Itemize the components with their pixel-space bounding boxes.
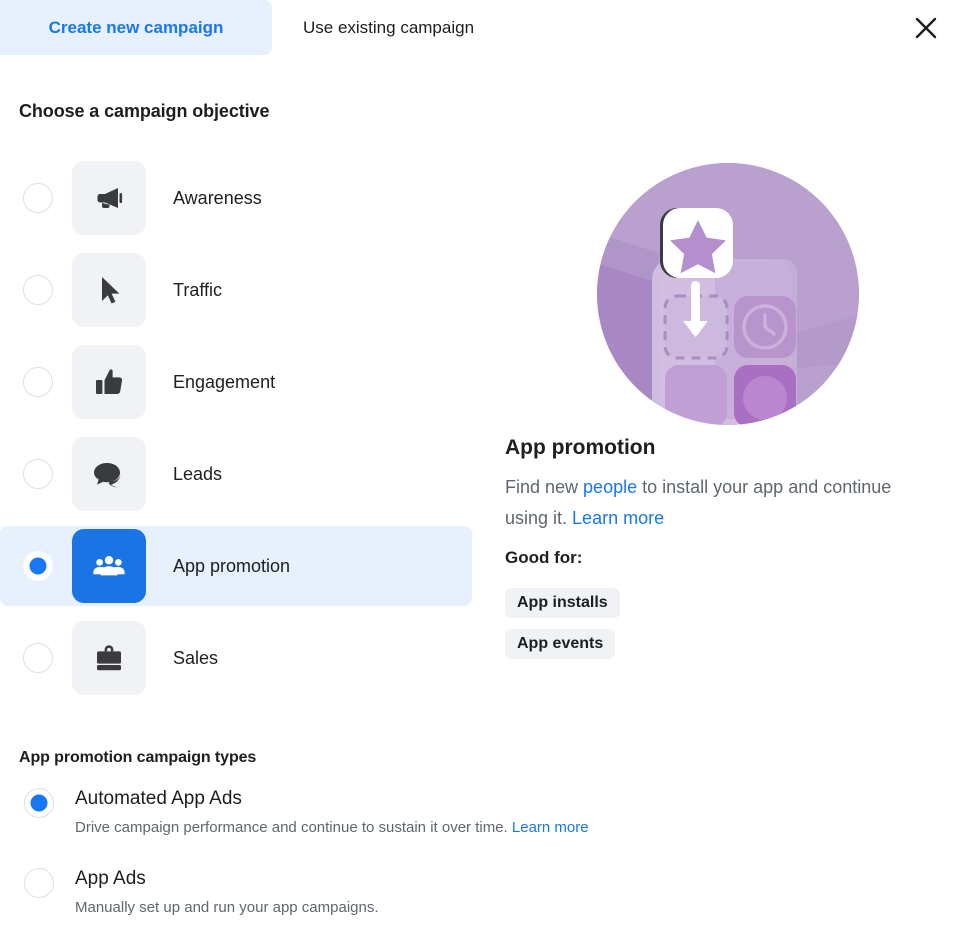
objective-label-sales: Sales [173, 647, 219, 668]
objective-row-app-promotion[interactable]: App promotion [0, 526, 472, 606]
cursor-icon-tile [72, 253, 146, 327]
objective-section-title: Choose a campaign objective [19, 101, 270, 121]
objective-row-engagement[interactable]: Engagement [0, 342, 472, 422]
people-group-icon [91, 548, 127, 584]
objective-radio-leads[interactable] [23, 459, 53, 489]
campaign-types-list: Automated App Ads Drive campaign perform… [0, 786, 900, 946]
campaign-type-text-automated-app-ads: Automated App Ads Drive campaign perform… [75, 786, 589, 840]
thumbs-up-icon-tile [72, 345, 146, 419]
campaign-type-row-app-ads[interactable]: App Ads Manually set up and run your app… [0, 866, 900, 920]
campaign-types-section-title: App promotion campaign types [19, 749, 257, 766]
megaphone-icon-tile [72, 161, 146, 235]
detail-panel-title: App promotion [505, 436, 656, 459]
learn-more-link[interactable]: Learn more [572, 508, 664, 528]
campaign-type-description-text: Manually set up and run your app campaig… [75, 899, 379, 916]
objective-label-engagement: Engagement [173, 371, 276, 392]
objective-label-leads: Leads [173, 463, 223, 484]
cursor-icon [91, 272, 127, 308]
app-promotion-illustration [597, 163, 859, 425]
status-badge-app-installs: App installs [505, 588, 620, 618]
badge-row: App events [505, 629, 620, 670]
objective-list: Awareness Traffic Engagement Leads App p… [0, 158, 480, 710]
status-badge-app-events: App events [505, 629, 616, 659]
campaign-type-description-text: Drive campaign performance and continue … [75, 819, 512, 836]
dialog-header: Create new campaign Use existing campaig… [0, 0, 960, 56]
people-group-icon-tile [72, 529, 146, 603]
campaign-type-label-automated-app-ads: Automated App Ads [75, 788, 242, 809]
tab-create-new-campaign-label: Create new campaign [48, 17, 224, 37]
tab-use-existing-campaign-label: Use existing campaign [303, 17, 475, 37]
briefcase-icon [91, 640, 127, 676]
objective-radio-awareness[interactable] [23, 183, 53, 213]
campaign-type-radio-automated-app-ads[interactable] [24, 788, 54, 818]
megaphone-icon [91, 180, 127, 216]
thumbs-up-icon [91, 364, 127, 400]
campaign-type-text-app-ads: App Ads Manually set up and run your app… [75, 866, 379, 920]
description-text-part1: Find new [505, 477, 584, 497]
objective-row-awareness[interactable]: Awareness [0, 158, 472, 238]
chat-bubbles-icon [91, 456, 127, 492]
objective-label-traffic: Traffic [173, 279, 223, 300]
detail-panel-description: Find new people to install your app and … [505, 472, 913, 534]
objective-radio-engagement[interactable] [23, 367, 53, 397]
campaign-type-description-automated-app-ads: Drive campaign performance and continue … [75, 816, 589, 840]
good-for-badges: App installs App events [505, 588, 620, 670]
briefcase-icon-tile [72, 621, 146, 695]
objective-radio-sales[interactable] [23, 643, 53, 673]
tab-create-new-campaign[interactable]: Create new campaign [0, 0, 272, 55]
campaign-type-description-app-ads: Manually set up and run your app campaig… [75, 896, 379, 920]
objective-label-app-promotion: App promotion [173, 555, 291, 576]
objective-row-sales[interactable]: Sales [0, 618, 472, 698]
campaign-type-label-app-ads: App Ads [75, 868, 146, 889]
close-button[interactable] [908, 10, 944, 46]
people-link[interactable]: people [583, 477, 637, 497]
campaign-type-radio-app-ads[interactable] [24, 868, 54, 898]
campaign-type-row-automated-app-ads[interactable]: Automated App Ads Drive campaign perform… [0, 786, 900, 840]
chat-bubbles-icon-tile [72, 437, 146, 511]
good-for-label: Good for: [505, 548, 583, 567]
objective-row-traffic[interactable]: Traffic [0, 250, 472, 330]
objective-radio-traffic[interactable] [23, 275, 53, 305]
objective-row-leads[interactable]: Leads [0, 434, 472, 514]
tab-use-existing-campaign[interactable]: Use existing campaign [272, 0, 562, 55]
objective-label-awareness: Awareness [173, 187, 262, 208]
badge-row: App installs [505, 588, 620, 629]
close-icon [915, 17, 937, 39]
campaign-objective-dialog: Create new campaign Use existing campaig… [0, 0, 960, 946]
objective-radio-app-promotion[interactable] [23, 551, 53, 581]
automated-app-ads-learn-more-link[interactable]: Learn more [512, 819, 589, 836]
